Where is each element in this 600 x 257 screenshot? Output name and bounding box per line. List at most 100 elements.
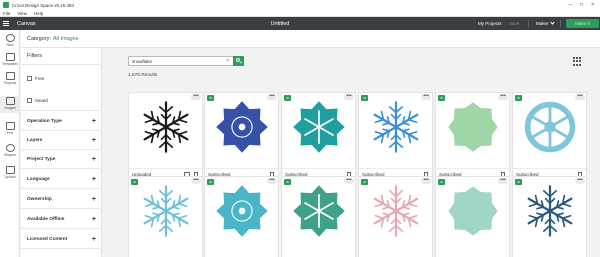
more-options-button[interactable]: ••• (344, 94, 354, 100)
nav-label: Upload (4, 175, 16, 179)
more-options-button[interactable]: ••• (267, 178, 277, 184)
filter-label: Ownership (27, 197, 52, 202)
checkbox-box[interactable] (27, 76, 32, 81)
snowflake-image[interactable] (282, 93, 355, 168)
image-card[interactable]: a ••• (435, 176, 510, 257)
access-badge-icon: a (515, 95, 522, 101)
more-options-button[interactable]: ••• (421, 94, 431, 100)
make-it-button[interactable]: Make It (566, 19, 599, 28)
more-options-button[interactable]: ••• (498, 94, 508, 100)
access-badge-icon: a (361, 95, 368, 101)
image-card[interactable]: a ••• Subscribed (358, 92, 433, 180)
more-options-button[interactable]: ••• (191, 178, 201, 184)
search-button[interactable] (233, 56, 244, 66)
more-options-button[interactable]: ••• (575, 94, 585, 100)
more-options-button[interactable]: ••• (498, 178, 508, 184)
free-checkbox[interactable]: Free (27, 76, 44, 81)
nav-label: Templates (2, 62, 18, 66)
plus-icon[interactable]: + (92, 176, 96, 183)
maximize-button[interactable]: □ (580, 2, 583, 8)
access-badge-icon: a (438, 179, 445, 185)
filter-available-offline[interactable]: Available Offline + (21, 211, 102, 229)
image-card[interactable]: a ••• Subscribed (204, 92, 279, 180)
image-card[interactable]: a ••• Subscribed (281, 92, 356, 180)
image-card[interactable]: a ••• (128, 176, 203, 257)
hamburger-icon[interactable] (0, 21, 12, 26)
app-header: Canvas Untitled My Projects Save Maker M… (0, 17, 600, 30)
minimize-button[interactable]: – (569, 2, 572, 8)
filter-language[interactable]: Language + (21, 171, 102, 189)
image-card[interactable]: a ••• (204, 176, 279, 257)
image-card[interactable]: a ••• Subscribed (512, 92, 587, 180)
snowflake-image[interactable] (359, 93, 432, 168)
menu-view[interactable]: View (17, 11, 27, 16)
more-options-button[interactable]: ••• (344, 178, 354, 184)
nav-shapes[interactable]: Shapes (0, 143, 20, 160)
checkbox-box[interactable] (27, 98, 32, 103)
snowflake-image[interactable] (436, 93, 509, 168)
filter-ownership[interactable]: Ownership + (21, 191, 102, 209)
snowflake-image[interactable] (282, 177, 355, 252)
new-icon (5, 34, 15, 42)
plus-icon[interactable]: + (92, 236, 96, 243)
snowflake-image[interactable] (129, 93, 202, 168)
image-card[interactable]: a ••• (358, 176, 433, 257)
access-badge-icon: a (207, 95, 214, 101)
filter-licensed-content[interactable]: Licensed Content + (21, 231, 102, 249)
menu-help[interactable]: Help (34, 11, 43, 16)
filter-project-type[interactable]: Project Type + (21, 151, 102, 169)
menu-file[interactable]: File (3, 11, 10, 16)
snowflake-image[interactable] (205, 93, 278, 168)
more-options-button[interactable]: ••• (421, 178, 431, 184)
nav-text[interactable]: Text (0, 121, 20, 138)
plus-icon[interactable]: + (92, 137, 96, 144)
clear-icon[interactable]: × (226, 58, 229, 64)
category-value[interactable]: All Images (53, 36, 79, 42)
more-options-button[interactable]: ••• (575, 178, 585, 184)
image-card[interactable]: a ••• (281, 176, 356, 257)
machine-select[interactable]: Maker (536, 21, 549, 26)
nav-label: Text (6, 131, 14, 135)
document-title[interactable]: Untitled (250, 21, 310, 27)
filter-label: Language (27, 177, 50, 182)
upload-icon (5, 166, 15, 174)
category-prefix: Category: (27, 35, 51, 42)
nav-new[interactable]: New (0, 33, 20, 50)
grid-view-icon[interactable] (573, 57, 582, 66)
image-card[interactable]: a ••• Subscribed (435, 92, 510, 180)
nav-upload[interactable]: Upload (0, 165, 20, 182)
plus-icon[interactable]: + (92, 196, 96, 203)
save-button[interactable]: Save (509, 21, 519, 26)
close-button[interactable]: × (591, 2, 594, 8)
image-card[interactable]: a ••• (512, 176, 587, 257)
snowflake-image[interactable] (359, 177, 432, 252)
menubar: File View Help (0, 10, 600, 17)
snowflake-image[interactable] (205, 177, 278, 252)
shirt-icon (5, 53, 15, 61)
snowflake-image[interactable] (513, 93, 586, 168)
chevron-down-icon[interactable] (550, 20, 555, 25)
plus-icon[interactable]: + (92, 156, 96, 163)
text-icon (5, 122, 15, 130)
filters-panel: Filters Free Saved Operation Type + Layer… (21, 48, 102, 257)
snowflake-image[interactable] (436, 177, 509, 252)
header-divider (560, 20, 561, 27)
more-options-button[interactable]: ••• (267, 94, 277, 100)
snowflake-image[interactable] (513, 177, 586, 252)
saved-checkbox[interactable]: Saved (27, 98, 48, 103)
plus-icon[interactable]: + (92, 118, 96, 125)
snowflake-image[interactable] (129, 177, 202, 252)
my-projects-link[interactable]: My Projects (478, 21, 502, 26)
nav-label: Images (4, 106, 16, 110)
nav-projects[interactable]: Projects (0, 71, 20, 88)
image-card[interactable]: ••• Uploaded (128, 92, 203, 180)
more-options-button[interactable]: ••• (191, 94, 201, 100)
plus-icon[interactable]: + (92, 216, 96, 223)
nav-images[interactable]: Images (0, 96, 20, 113)
nav-templates[interactable]: Templates (0, 52, 20, 69)
filter-layers[interactable]: Layers + (21, 132, 102, 150)
filter-operation-type[interactable]: Operation Type + (21, 113, 102, 131)
window-title: Cricut Design Space v6.15.384 (12, 2, 75, 8)
search-input[interactable]: snowflake (132, 59, 152, 64)
nav-label: Projects (3, 81, 17, 85)
